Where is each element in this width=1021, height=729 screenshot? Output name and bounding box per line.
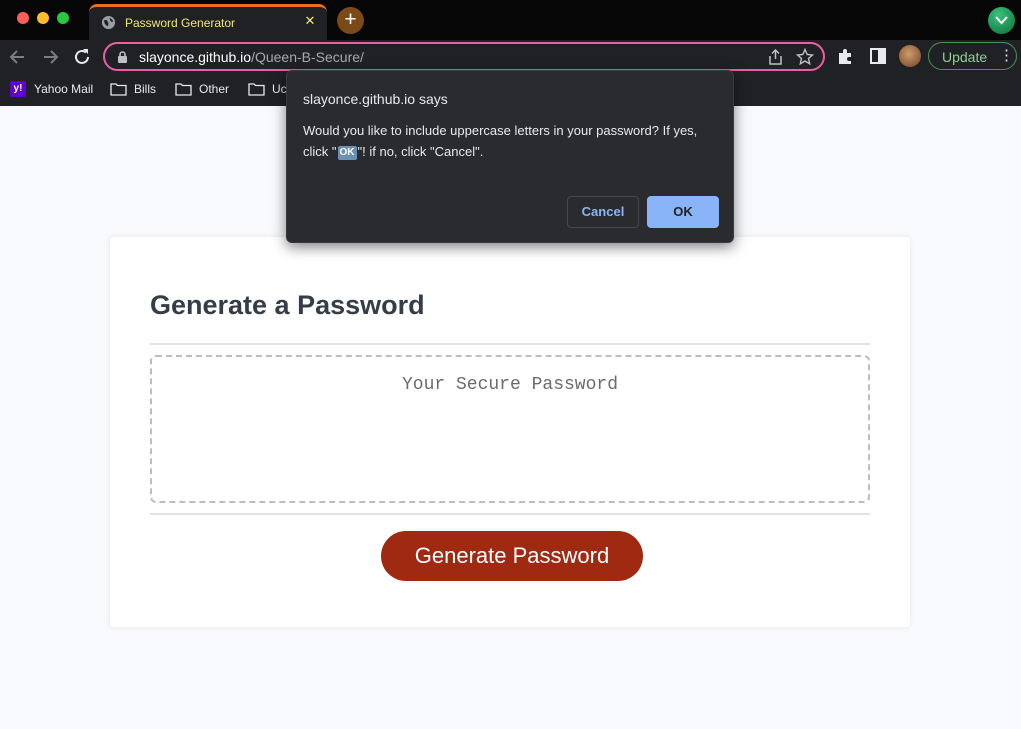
yahoo-icon: y! xyxy=(10,81,26,97)
dialog-title: slayonce.github.io says xyxy=(303,91,448,107)
url-host: slayonce.github.io xyxy=(139,49,252,65)
minimize-window-button[interactable] xyxy=(37,12,49,24)
profile-avatar[interactable] xyxy=(899,45,921,67)
lock-icon[interactable] xyxy=(117,51,128,64)
maximize-window-button[interactable] xyxy=(57,12,69,24)
bookmark-label: Bills xyxy=(134,82,157,96)
share-icon[interactable] xyxy=(768,49,783,66)
bookmark-bills[interactable]: Bills xyxy=(110,80,170,98)
password-output[interactable]: Your Secure Password xyxy=(150,355,870,503)
url-path: /Queen-B-Secure/ xyxy=(251,49,364,65)
reload-icon[interactable] xyxy=(71,46,93,68)
ok-emoji-icon: OK xyxy=(337,146,357,160)
more-menu-icon[interactable]: ⋮ xyxy=(999,46,1014,66)
url-text[interactable]: slayonce.github.io/Queen-B-Secure/ xyxy=(139,49,364,65)
browser-tab-active[interactable]: Password Generator ✕ xyxy=(89,4,327,40)
page-title: Generate a Password xyxy=(150,290,425,320)
generate-password-button[interactable]: Generate Password xyxy=(381,531,643,581)
divider-bottom xyxy=(150,513,870,515)
globe-icon xyxy=(101,15,116,30)
cancel-button[interactable]: Cancel xyxy=(567,196,639,228)
dialog-message: Would you like to include uppercase lett… xyxy=(303,120,715,162)
bookmark-yahoo-mail[interactable]: y! Yahoo Mail xyxy=(10,80,100,98)
update-label: Update xyxy=(942,49,988,65)
divider-top xyxy=(150,343,870,345)
password-placeholder: Your Secure Password xyxy=(401,375,619,395)
tab-search-button[interactable] xyxy=(988,7,1015,34)
close-window-button[interactable] xyxy=(17,12,29,24)
bookmark-star-icon[interactable] xyxy=(796,48,814,66)
bookmark-uc[interactable]: Uc xyxy=(248,80,288,98)
address-bar[interactable]: slayonce.github.io/Queen-B-Secure/ xyxy=(103,42,825,71)
generator-card: Generate a Password Your Secure Password… xyxy=(110,237,910,627)
side-panel-icon[interactable] xyxy=(868,46,888,66)
new-tab-button[interactable]: + xyxy=(337,7,364,34)
forward-arrow-icon[interactable] xyxy=(39,46,61,68)
chevron-down-icon xyxy=(995,16,1008,25)
folder-icon xyxy=(175,83,192,96)
dialog-message-end: "! if no, click "Cancel". xyxy=(357,144,484,159)
folder-icon xyxy=(248,83,265,96)
bookmark-other[interactable]: Other xyxy=(175,80,240,98)
back-arrow-icon[interactable] xyxy=(7,46,29,68)
ok-button[interactable]: OK xyxy=(647,196,719,228)
tab-close-icon[interactable]: ✕ xyxy=(301,12,319,30)
bookmark-label: Uc xyxy=(272,82,287,96)
extensions-puzzle-icon[interactable] xyxy=(836,46,856,66)
alert-dialog: slayonce.github.io says Would you like t… xyxy=(286,70,734,243)
browser-toolbar: slayonce.github.io/Queen-B-Secure/ xyxy=(0,40,1021,73)
bookmark-label: Yahoo Mail xyxy=(34,82,94,96)
update-button[interactable]: Update ⋮ xyxy=(928,42,1017,70)
window-titlebar: Password Generator ✕ + xyxy=(0,0,1021,40)
folder-icon xyxy=(110,83,127,96)
bookmark-label: Other xyxy=(199,82,230,96)
tab-title: Password Generator xyxy=(125,16,236,30)
